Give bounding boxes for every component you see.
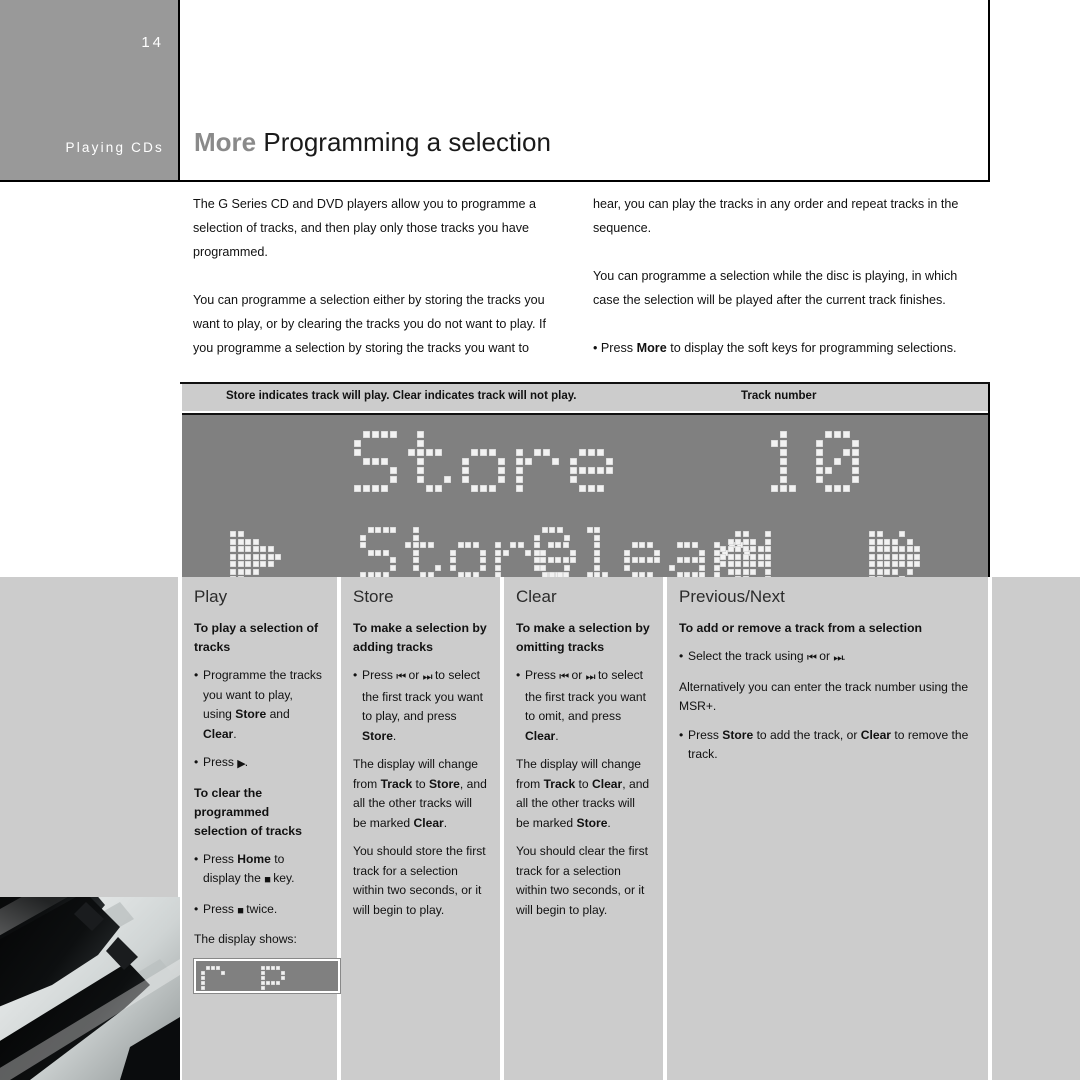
intro-section: The G Series CD and DVD players allow yo… (180, 182, 990, 382)
emphasis-term: Track (543, 776, 576, 791)
mini-display-text (201, 965, 316, 991)
key-icon: ⏮ (396, 671, 406, 683)
emphasis-term: Clear (203, 726, 234, 741)
instruction-paragraph: Alternatively you can enter the track nu… (679, 679, 969, 714)
column-subheading: To play a selection of tracks (194, 621, 319, 654)
key-icon: ■ (264, 874, 271, 886)
display-main-row (182, 429, 988, 509)
instruction-paragraph: The display shows: (194, 932, 297, 946)
header-rule-left (0, 180, 180, 182)
column-subheading: To clear the programmed selection of tra… (194, 785, 302, 838)
key-icon: ⏭ (833, 652, 843, 664)
page-title: More Programming a selection (194, 127, 551, 158)
column-subheading: To make a selection by adding tracks (353, 621, 487, 654)
instruction-paragraph: You should store the first track for a s… (353, 844, 486, 917)
column-title: Clear (516, 587, 557, 606)
intro-paragraph: The G Series CD and DVD players allow yo… (193, 197, 536, 259)
display-softkey-next-icon (869, 531, 922, 577)
display-softkey-clear (534, 527, 752, 577)
piano-keys-illustration (0, 897, 180, 1080)
column-store: Store To make a selection by adding track… (341, 577, 500, 1080)
column-subheading: To make a selection by omitting tracks (516, 621, 650, 654)
column-previous-next: Previous/Next To add or remove a track fr… (667, 577, 988, 1080)
piano-keys-photo (0, 897, 180, 1080)
display-softkey-play-icon (230, 531, 283, 577)
emphasis-term: Clear (525, 728, 556, 743)
player-display-panel (182, 413, 988, 577)
display-main-text (354, 431, 615, 494)
key-icon: ⏮ (806, 652, 817, 664)
key-icon: ▶ (237, 758, 246, 770)
emphasis-term: Store (428, 776, 460, 791)
display-track-number (762, 431, 861, 494)
mini-display-cp (194, 958, 340, 993)
display-soft-key-row (182, 525, 988, 577)
instruction-paragraph: The display will change from Track to St… (353, 757, 487, 830)
manual-page: 14 Playing CDs More Programming a select… (0, 0, 1080, 1080)
key-icon: ■ (237, 904, 244, 917)
more-key-label: More (636, 341, 667, 355)
column-title: Store (353, 587, 394, 606)
column-play: Play To play a selection of tracks Program… (182, 577, 340, 1080)
intro-paragraph: You can programme a selection either by … (193, 293, 547, 355)
intro-paragraph: hear, you can play the tracks in any ord… (593, 197, 959, 235)
emphasis-term: Home (237, 851, 271, 866)
emphasis-term: Track (380, 776, 413, 791)
instruction-bullet: Press ■ twice. (194, 900, 325, 922)
column-subheading: To add or remove a track from a selectio… (679, 621, 923, 635)
instruction-bullet: Programme the tracks you want to play, u… (194, 666, 325, 744)
display-softkey-previous-icon (720, 531, 773, 577)
intro-bullet-more: • Press More to display the soft keys fo… (593, 341, 957, 355)
section-label: Playing CDs (65, 140, 164, 155)
left-header-block: 14 Playing CDs (0, 0, 180, 180)
emphasis-term: Clear (860, 727, 892, 742)
emphasis-term: Store (576, 815, 608, 830)
emphasis-term: Clear (591, 776, 623, 791)
emphasis-term: Store (362, 728, 393, 743)
key-icon: ⏭ (585, 671, 596, 683)
emphasis-term: Store (722, 727, 754, 742)
key-icon: ⏭ (422, 671, 433, 683)
instruction-bullet: Press Store to add the track, or Clear t… (679, 726, 976, 765)
instruction-bullet: Press ⏮ or ⏭ to select the first track y… (353, 666, 488, 746)
emphasis-term: Clear (413, 815, 444, 830)
title-zone: More Programming a selection (180, 0, 988, 180)
page-title-text: Programming a selection (263, 127, 551, 157)
instruction-bullet: Press ⏮ or ⏭ to select the first track y… (516, 666, 651, 746)
column-clear: Clear To make a selection by omitting tra… (504, 577, 663, 1080)
intro-column-left: The G Series CD and DVD players allow yo… (193, 192, 565, 360)
caption-track-number: Track number (741, 390, 817, 402)
column-spacer-right (992, 577, 1080, 1080)
instruction-bullet: Select the track using ⏮ or ⏭. (679, 647, 976, 669)
intro-paragraph: You can programme a selection while the … (593, 269, 958, 307)
display-caption-bar: Store indicates track will play. Clear i… (182, 384, 988, 411)
intro-column-right: hear, you can play the tracks in any ord… (593, 192, 965, 360)
page-title-prefix: More (194, 127, 257, 157)
instruction-paragraph: The display will change from Track to Cl… (516, 757, 650, 830)
key-icon: ⏮ (559, 671, 569, 683)
page-number: 14 (141, 34, 164, 51)
caption-store-clear: Store indicates track will play. Clear i… (226, 390, 577, 402)
emphasis-term: Store (235, 707, 267, 721)
instruction-paragraph: You should clear the first track for a s… (516, 844, 648, 917)
instruction-bullet: Press ▶. (194, 753, 325, 775)
column-title: Play (194, 587, 228, 606)
instruction-bullet: Press Home to display the ■ key. (194, 850, 325, 891)
column-title: Previous/Next (679, 587, 785, 606)
